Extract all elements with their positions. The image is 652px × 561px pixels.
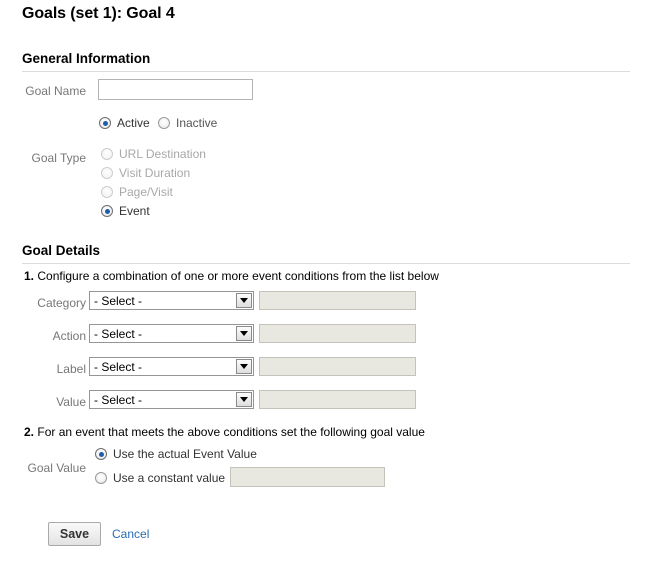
condition-action-select[interactable]: - Select - (89, 324, 254, 343)
condition-label-select-value: - Select - (90, 360, 236, 374)
goal-type-option-page-visit[interactable]: Page/Visit (101, 185, 173, 199)
goal-value-constant-value-label: Use a constant value (113, 471, 225, 485)
save-button[interactable]: Save (48, 522, 101, 546)
step-1-instruction: 1. Configure a combination of one or mor… (24, 269, 439, 283)
condition-category-select-value: - Select - (90, 294, 236, 308)
goal-value-actual-event-value-label: Use the actual Event Value (113, 447, 257, 461)
condition-value-select[interactable]: - Select - (89, 390, 254, 409)
condition-category-value-input[interactable] (259, 291, 416, 310)
goal-value-option-constant-value[interactable]: Use a constant value (95, 471, 225, 485)
section-heading-goal-details: Goal Details (22, 243, 100, 258)
step-1-text: Configure a combination of one or more e… (37, 269, 439, 283)
goal-type-page-visit-label: Page/Visit (119, 185, 173, 199)
condition-value-label: Value (0, 395, 86, 409)
radio-page-visit-icon[interactable] (101, 186, 113, 198)
goal-value-option-actual-event-value[interactable]: Use the actual Event Value (95, 447, 257, 461)
chevron-down-icon[interactable] (236, 359, 252, 374)
radio-url-destination-icon[interactable] (101, 148, 113, 160)
condition-value-select-value: - Select - (90, 393, 236, 407)
section-heading-general-information: General Information (22, 51, 150, 66)
radio-visit-duration-icon[interactable] (101, 167, 113, 179)
step-2-text: For an event that meets the above condit… (37, 425, 425, 439)
step-2-instruction: 2. For an event that meets the above con… (24, 425, 425, 439)
condition-action-label: Action (0, 329, 86, 343)
goal-value-constant-input[interactable] (230, 467, 385, 487)
condition-label-value-input[interactable] (259, 357, 416, 376)
goal-type-url-destination-label: URL Destination (119, 147, 206, 161)
radio-actual-event-value-icon[interactable] (95, 448, 107, 460)
radio-event-icon[interactable] (101, 205, 113, 217)
goal-status-active-option[interactable]: Active (99, 116, 150, 130)
goal-type-label: Goal Type (0, 151, 86, 165)
goal-value-label: Goal Value (0, 461, 86, 475)
goal-configuration-page: Goals (set 1): Goal 4 General Informatio… (0, 0, 652, 561)
condition-label-select[interactable]: - Select - (89, 357, 254, 376)
goal-type-option-event[interactable]: Event (101, 204, 150, 218)
cancel-link[interactable]: Cancel (112, 527, 149, 541)
radio-active-icon[interactable] (99, 117, 111, 129)
chevron-down-icon[interactable] (236, 293, 252, 308)
radio-inactive-icon[interactable] (158, 117, 170, 129)
section-divider-goal-details (22, 263, 630, 264)
chevron-down-icon[interactable] (236, 392, 252, 407)
step-1-number: 1. (24, 269, 34, 283)
goal-status-inactive-label: Inactive (176, 116, 217, 130)
goal-type-event-label: Event (119, 204, 150, 218)
goal-type-option-url-destination[interactable]: URL Destination (101, 147, 206, 161)
radio-constant-value-icon[interactable] (95, 472, 107, 484)
condition-category-select[interactable]: - Select - (89, 291, 254, 310)
goal-name-input[interactable] (98, 79, 253, 100)
condition-value-value-input[interactable] (259, 390, 416, 409)
condition-label-label: Label (0, 362, 86, 376)
condition-action-value-input[interactable] (259, 324, 416, 343)
step-2-number: 2. (24, 425, 34, 439)
goal-status-inactive-option[interactable]: Inactive (158, 116, 217, 130)
goal-name-label: Goal Name (0, 84, 86, 98)
section-divider-general-information (22, 71, 630, 72)
condition-action-select-value: - Select - (90, 327, 236, 341)
page-title: Goals (set 1): Goal 4 (22, 5, 175, 23)
goal-status-active-label: Active (117, 116, 150, 130)
condition-category-label: Category (0, 296, 86, 310)
chevron-down-icon[interactable] (236, 326, 252, 341)
goal-type-visit-duration-label: Visit Duration (119, 166, 190, 180)
goal-type-option-visit-duration[interactable]: Visit Duration (101, 166, 190, 180)
